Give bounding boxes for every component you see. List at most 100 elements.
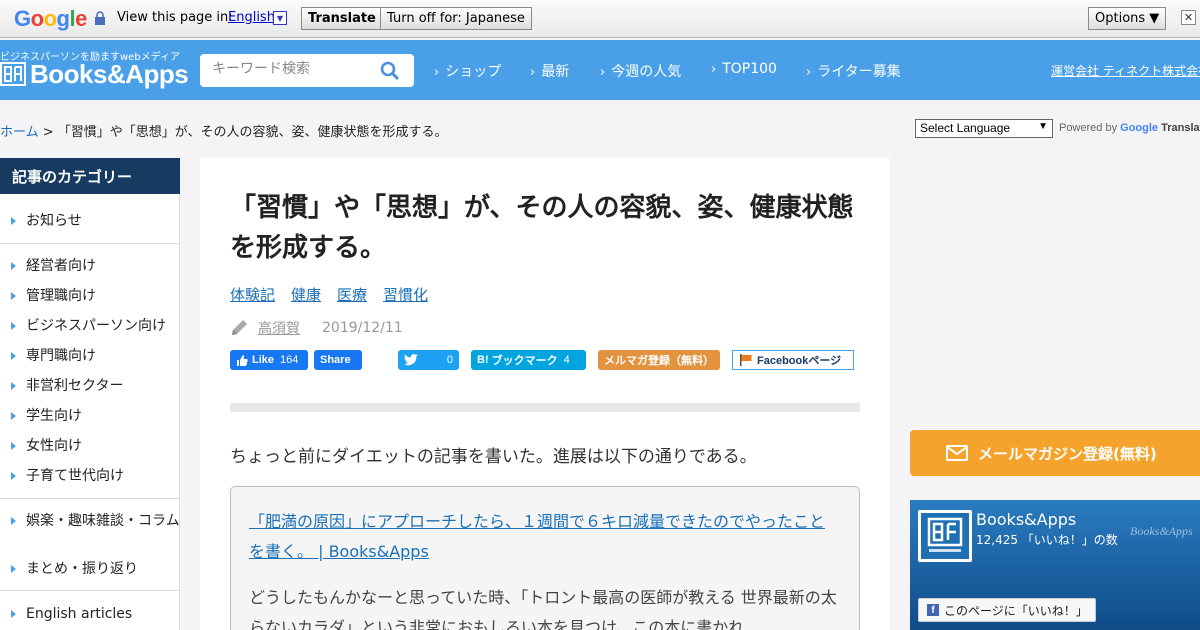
embedded-article-link[interactable]: 「肥満の原因」にアプローチしたら、１週間で６キロ減量できたのでやったことを書く。… <box>249 507 839 567</box>
sidebar-category-item[interactable]: 女性向け <box>0 437 180 456</box>
google-logo: Google <box>14 6 87 32</box>
sidebar-divider <box>0 243 180 244</box>
google-wordmark: Google <box>1120 122 1159 134</box>
article-tag[interactable]: 体験記 <box>230 286 275 304</box>
language-dropdown-icon[interactable]: ▼ <box>273 11 287 25</box>
facebook-page-name[interactable]: Books&Apps <box>976 510 1076 529</box>
nav-top100[interactable]: TOP100 <box>711 61 777 77</box>
facebook-share-button[interactable]: Share <box>314 350 362 370</box>
breadcrumb-home[interactable]: ホーム <box>0 125 39 140</box>
nav-weekly-popular[interactable]: 今週の人気 <box>600 61 681 81</box>
translate-button[interactable]: Translate <box>301 7 383 30</box>
facebook-cover-wordmark: Books&Apps <box>1130 524 1193 538</box>
language-link[interactable]: English <box>228 10 275 25</box>
search-box <box>200 54 414 87</box>
article-date: 2019/12/11 <box>322 320 403 336</box>
facebook-page-button[interactable]: Facebookページ <box>732 350 854 370</box>
embedded-article-excerpt: どうしたもんかなーと思っていた時、「トロント最高の医師が教える 世界最新の太らな… <box>249 588 837 630</box>
breadcrumb-current: 「習慣」や「思想」が、その人の容貌、姿、健康状態を形成する。 <box>57 125 448 140</box>
select-language-dropdown[interactable]: Select Language ▼ <box>915 119 1053 138</box>
nav-writer-recruit[interactable]: ライター募集 <box>806 61 900 81</box>
powered-by-google: Powered by Google Translate <box>1059 122 1200 134</box>
article-card: 「習慣」や「思想」が、その人の容貌、姿、健康状態を形成する。 体験記 健康 医療 習慣… <box>200 158 890 630</box>
breadcrumb-separator: > <box>38 125 58 140</box>
lock-icon <box>95 11 105 25</box>
view-label: View this page in: <box>117 10 233 25</box>
share-buttons: Like 164 Share 0 B! ブックマーク 4 メルマガ登録（無料） … <box>230 350 870 372</box>
options-button[interactable]: Options ▼ <box>1088 7 1167 30</box>
powered-by-label: Powered by <box>1059 122 1118 134</box>
company-link[interactable]: 運営会社 ティネクト株式会社 <box>1051 62 1200 79</box>
article-tag[interactable]: 健康 <box>291 286 321 304</box>
hatena-b-icon: B! <box>477 354 489 366</box>
newsletter-label: メールマガジン登録(無料) <box>978 444 1157 463</box>
envelope-icon <box>946 445 968 461</box>
article-title: 「習慣」や「思想」が、その人の容貌、姿、健康状態を形成する。 <box>230 193 854 263</box>
turn-off-button[interactable]: Turn off for: Japanese <box>380 7 532 30</box>
facebook-page-label: Facebookページ <box>757 355 842 367</box>
search-icon[interactable] <box>380 61 400 81</box>
facebook-page-avatar[interactable] <box>918 510 972 562</box>
article-intro: ちょっと前にダイエットの記事を書いた。進展は以下の通りである。 <box>230 447 757 467</box>
sidebar-category-item[interactable]: 専門職向け <box>0 347 180 366</box>
site-header: ビジネスパーソンを励ますwebメディア Books&Apps ショップ 最新 今… <box>0 40 1200 100</box>
twitter-bird-icon <box>404 354 418 366</box>
facebook-like-count: 12,425 「いいね！」の数 <box>976 533 1118 547</box>
google-logo-letter: o <box>30 6 44 31</box>
hatena-label: ブックマーク <box>491 355 558 367</box>
search-input[interactable] <box>212 61 372 77</box>
facebook-like-button[interactable]: Like 164 <box>230 350 308 370</box>
google-logo-letter: e <box>75 6 87 31</box>
books-apps-avatar-icon <box>927 517 963 552</box>
embedded-article-card: 「肥満の原因」にアプローチしたら、１週間で６キロ減量できたのでやったことを書く。… <box>230 486 860 630</box>
sidebar-category-item[interactable]: 経営者向け <box>0 257 180 276</box>
sidebar-category-item[interactable]: 学生向け <box>0 407 180 426</box>
facebook-page-like-label: このページに「いいね！」 <box>944 603 1088 618</box>
books-apps-logo-icon[interactable] <box>0 62 26 86</box>
dropdown-arrow-icon: ▼ <box>1038 121 1048 132</box>
nav-latest[interactable]: 最新 <box>530 61 569 81</box>
sidebar-divider <box>0 590 180 591</box>
nav-shop[interactable]: ショップ <box>434 61 501 81</box>
section-divider <box>230 403 860 412</box>
mailmag-register-button[interactable]: メルマガ登録（無料） <box>598 350 720 370</box>
article-tag[interactable]: 習慣化 <box>383 286 428 304</box>
article-author[interactable]: 高須賀 <box>258 318 300 338</box>
sidebar-category-item[interactable]: 非営利セクター <box>0 377 180 396</box>
article-tags: 体験記 健康 医療 習慣化 <box>230 284 444 305</box>
sidebar-category-item[interactable]: 管理職向け <box>0 287 180 306</box>
like-label: Like <box>252 354 275 366</box>
google-logo-letter: g <box>56 6 70 31</box>
thumbs-up-icon <box>237 354 248 366</box>
google-logo-letter: o <box>43 6 57 31</box>
pencil-icon <box>232 320 247 335</box>
hatena-count: 4 <box>563 354 570 366</box>
sidebar-category-item[interactable]: ビジネスパーソン向け <box>0 317 180 336</box>
article-meta: 高須賀 2019/12/11 <box>230 318 403 338</box>
site-logo[interactable]: Books&Apps <box>30 59 189 90</box>
sidebar-category-item[interactable]: お知らせ <box>0 212 180 231</box>
article-tag[interactable]: 医療 <box>337 286 367 304</box>
flag-icon <box>740 354 752 366</box>
google-translate-bar: Google View this page in: English ▼ Tran… <box>0 0 1200 38</box>
sidebar-category-item[interactable]: まとめ・振り返り <box>0 560 180 579</box>
newsletter-signup-button[interactable]: メールマガジン登録(無料) <box>910 430 1200 476</box>
facebook-f-icon: f <box>927 604 939 616</box>
translate-wordmark: Translate <box>1161 122 1200 134</box>
hatena-bookmark-button[interactable]: B! ブックマーク 4 <box>471 350 586 370</box>
breadcrumb: ホーム > 「習慣」や「思想」が、その人の容貌、姿、健康状態を形成する。 <box>0 121 448 140</box>
twitter-button[interactable]: 0 <box>398 350 459 370</box>
google-logo-letter: G <box>14 6 31 31</box>
sidebar-category-item[interactable]: 子育て世代向け <box>0 467 180 486</box>
sidebar-divider <box>0 498 180 499</box>
category-sidebar: お知らせ経営者向け管理職向けビジネスパーソン向け 専門職向け非営利セクター 学生向け… <box>0 194 180 630</box>
facebook-page-widget: Books&Apps 12,425 「いいね！」の数 Books&Apps f … <box>910 500 1200 630</box>
close-icon[interactable]: ✕ <box>1181 10 1196 25</box>
sidebar-category-item[interactable]: 娯楽・趣味雑談・コラム <box>0 512 180 531</box>
like-count: 164 <box>280 354 299 366</box>
select-language-label: Select Language <box>920 121 1011 135</box>
category-heading: 記事のカテゴリー <box>0 158 180 194</box>
sidebar-category-item[interactable]: English articles <box>0 605 180 624</box>
facebook-page-like-button[interactable]: f このページに「いいね！」 <box>918 598 1096 622</box>
tweet-count: 0 <box>446 354 453 366</box>
